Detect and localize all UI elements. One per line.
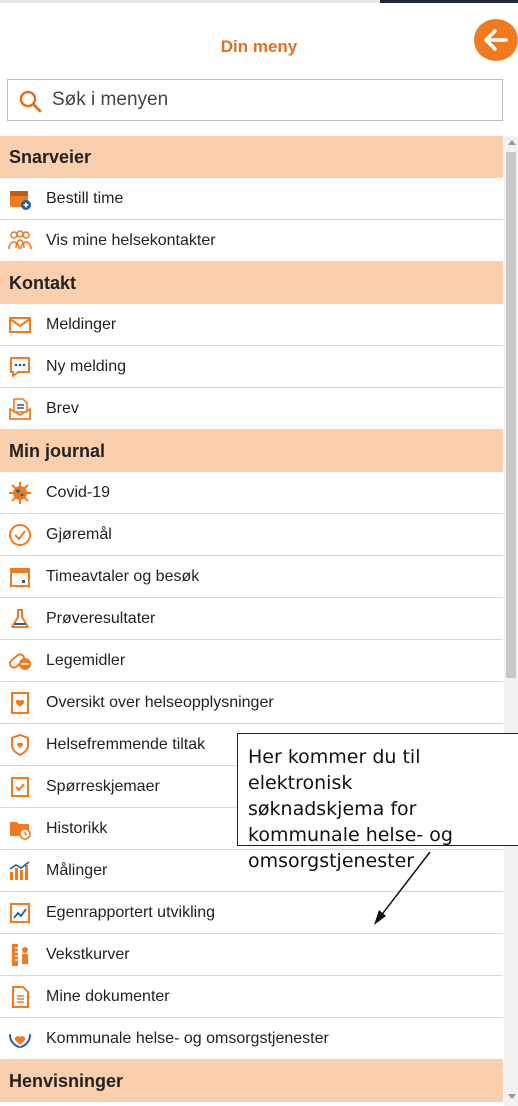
callout-annotation: Her kommer du til elektronisk søknadskje… [237, 733, 518, 872]
callout-pointer-arrow [374, 851, 431, 925]
